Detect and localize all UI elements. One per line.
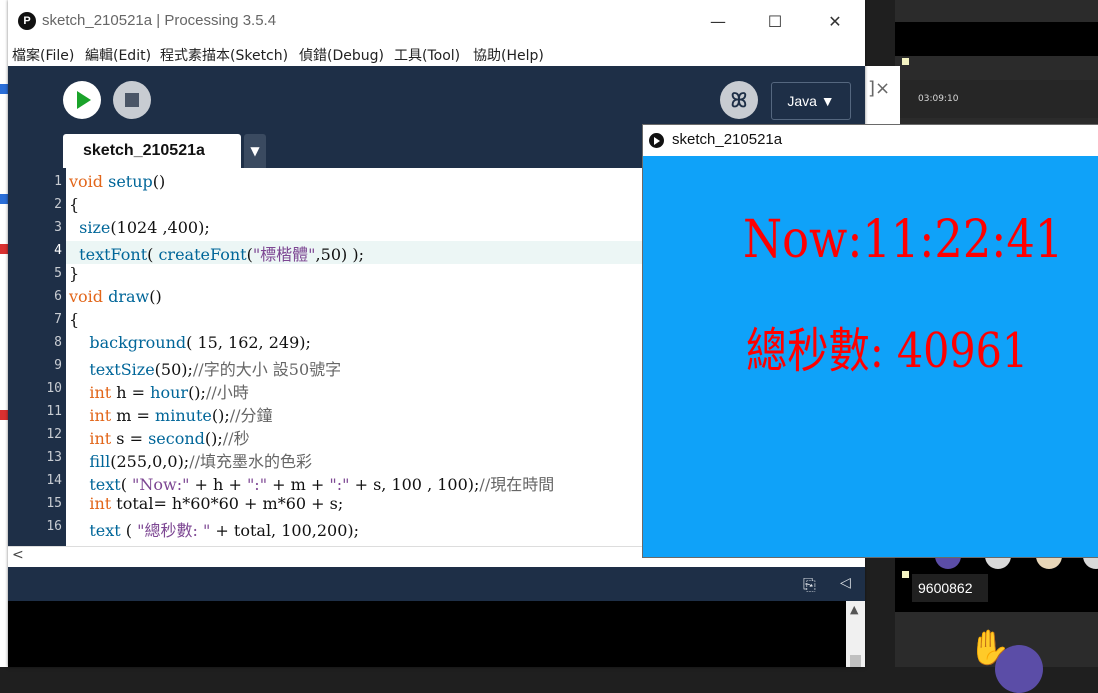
- total-seconds-text: 總秒數: 40961: [746, 323, 1029, 379]
- line-number: 5: [54, 266, 62, 281]
- menu-help[interactable]: 協助(Help): [473, 45, 544, 65]
- stop-button[interactable]: [113, 81, 151, 119]
- raised-hand-icon: ✋: [968, 628, 1011, 668]
- line-number-gutter: 1 2 3 4 5 6 7 8 9 10 11 12 13 14 15 16: [8, 168, 66, 546]
- play-icon: [77, 91, 91, 109]
- desktop-mark: [0, 410, 8, 420]
- background-window[interactable]: ]×: [860, 66, 900, 129]
- menu-bar: 檔案(File) 編輯(Edit) 程式素描本(Sketch) 偵錯(Debug…: [8, 43, 865, 65]
- tab-label: sketch_210521a: [83, 142, 205, 159]
- code-line[interactable]: void setup(): [69, 172, 165, 191]
- desktop-edge: [0, 0, 8, 667]
- tab-sketch[interactable]: sketch_210521a: [63, 134, 241, 168]
- tab-menu-button[interactable]: ▼: [244, 134, 266, 168]
- desktop-mark: [0, 84, 8, 94]
- menu-edit[interactable]: 編輯(Edit): [85, 45, 151, 65]
- code-line[interactable]: background( 15, 162, 249);: [69, 333, 311, 352]
- scroll-left-icon[interactable]: <: [12, 547, 24, 563]
- code-line[interactable]: textFont( createFont("標楷體",50) );: [69, 241, 364, 265]
- line-number: 1: [54, 174, 62, 189]
- code-line[interactable]: text( "Now:" + h + ":" + m + ":" + s, 10…: [69, 471, 554, 495]
- code-line[interactable]: textSize(50);//字的大小 設50號字: [69, 356, 341, 380]
- line-number: 2: [54, 197, 62, 212]
- debug-button[interactable]: ꕤ: [720, 81, 758, 119]
- line-number: 10: [46, 381, 62, 396]
- processing-logo-icon: P: [18, 12, 36, 30]
- run-button[interactable]: [63, 81, 101, 119]
- code-line[interactable]: {: [69, 195, 79, 214]
- background-window-glyph: ]×: [868, 78, 891, 99]
- menu-debug[interactable]: 偵錯(Debug): [299, 45, 384, 65]
- mode-selector[interactable]: Java ▼: [771, 82, 851, 120]
- line-number: 6: [54, 289, 62, 304]
- line-number: 9: [54, 358, 62, 373]
- code-line[interactable]: text ( "總秒數: " + total, 100,200);: [69, 517, 359, 541]
- stop-icon: [125, 93, 139, 107]
- clock-text: Now:11:22:41: [743, 210, 1064, 270]
- line-number: 4: [54, 243, 62, 258]
- code-line[interactable]: int s = second();//秒: [69, 425, 249, 449]
- window-title: sketch_210521a | Processing 3.5.4: [42, 12, 277, 29]
- menu-file[interactable]: 檔案(File): [12, 45, 74, 65]
- desktop-mark: [0, 194, 8, 204]
- line-number: 16: [46, 519, 62, 534]
- code-line[interactable]: void draw(): [69, 287, 162, 306]
- menu-tool[interactable]: 工具(Tool): [394, 45, 460, 65]
- code-line[interactable]: int total= h*60*60 + m*60 + s;: [69, 494, 343, 513]
- close-button[interactable]: ✕: [820, 8, 850, 36]
- title-bar[interactable]: P sketch_210521a | Processing 3.5.4 — ☐ …: [8, 0, 865, 43]
- tile-indicator: [902, 571, 909, 578]
- menu-sketch[interactable]: 程式素描本(Sketch): [160, 45, 288, 65]
- line-number: 12: [46, 427, 62, 442]
- line-number: 3: [54, 220, 62, 235]
- console-output[interactable]: [8, 601, 848, 667]
- meeting-time: 03:09:10: [918, 94, 959, 104]
- line-number: 14: [46, 473, 62, 488]
- desktop-mark: [0, 244, 8, 254]
- line-number: 13: [46, 450, 62, 465]
- meeting-id-label: 9600862: [912, 574, 988, 602]
- collapse-console-icon[interactable]: ◁: [840, 575, 851, 591]
- code-line[interactable]: }: [69, 264, 79, 283]
- tile-indicator: [902, 58, 909, 65]
- line-number: 11: [46, 404, 62, 419]
- scroll-thumb[interactable]: [850, 655, 861, 667]
- minimize-button[interactable]: —: [703, 8, 733, 36]
- butterfly-debug-icon: ꕤ: [730, 88, 748, 112]
- sketch-window-title: sketch_210521a: [672, 131, 783, 148]
- line-number: 7: [54, 312, 62, 327]
- console-header: ⎘ ◁: [8, 567, 865, 601]
- code-line[interactable]: int h = hour();//小時: [69, 379, 248, 403]
- maximize-button[interactable]: ☐: [760, 8, 790, 36]
- sketch-output-window: sketch_210521a Now:11:22:41 總秒數: 40961: [642, 124, 1098, 558]
- line-number: 15: [46, 496, 62, 511]
- console-scrollbar[interactable]: ▲: [846, 601, 865, 667]
- processing-run-icon: [649, 133, 664, 148]
- scroll-up-icon[interactable]: ▲: [850, 603, 858, 616]
- code-line[interactable]: {: [69, 310, 79, 329]
- code-line[interactable]: int m = minute();//分鐘: [69, 402, 272, 426]
- line-number: 8: [54, 335, 62, 350]
- sketch-title-bar[interactable]: sketch_210521a: [643, 125, 1098, 156]
- copy-console-icon[interactable]: ⎘: [803, 575, 816, 595]
- code-line[interactable]: fill(255,0,0);//填充墨水的色彩: [69, 448, 312, 472]
- video-tile: [895, 22, 1098, 56]
- code-line[interactable]: size(1024 ,400);: [69, 218, 210, 237]
